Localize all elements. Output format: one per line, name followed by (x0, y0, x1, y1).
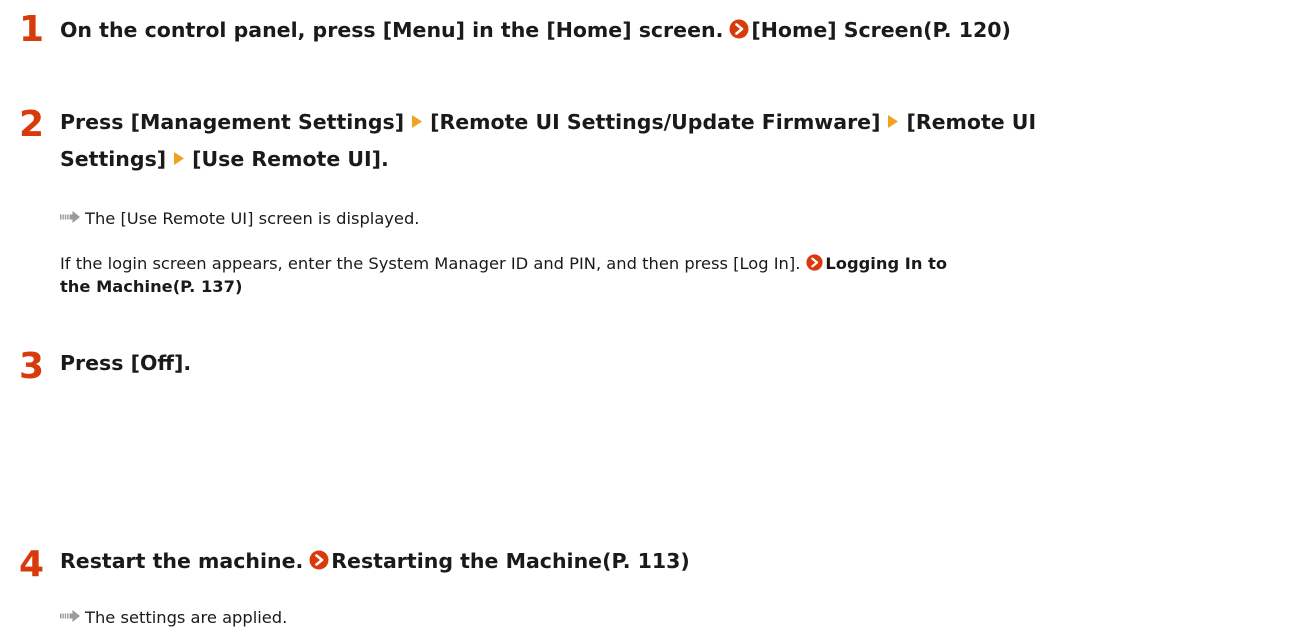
step-1-title: On the control panel, press [Menu] in th… (60, 12, 1011, 51)
step-number-4: 4 (19, 544, 45, 585)
step-number-1: 1 (19, 9, 45, 50)
step-4-title: Restart the machine. Restarting the Machi… (60, 543, 690, 582)
step-number-2: 2 (19, 104, 45, 145)
step-2-item-5: [Use Remote UI]. (192, 147, 389, 171)
logging-in-link[interactable]: Logging In to (825, 254, 947, 273)
step-2-title-line1: Press [Management Settings] [Remote UI Se… (60, 103, 1036, 141)
step-2-item-1: Press [Management Settings] (60, 110, 405, 134)
step-2-result: The [Use Remote UI] screen is displayed. (60, 207, 419, 230)
link-arrow-icon (806, 254, 823, 277)
triangle-right-icon (412, 103, 423, 140)
step-number-3: 3 (19, 346, 45, 387)
step-2-item-3: [Remote UI (906, 110, 1037, 134)
home-screen-link[interactable]: [Home] Screen(P. 120) (751, 18, 1011, 42)
step-2-item-4: Settings] (60, 147, 167, 171)
step-2-title-line2: Settings] [Use Remote UI]. (60, 140, 389, 178)
step-2-note-line1: If the login screen appears, enter the S… (60, 253, 947, 277)
step-4-result-text: The settings are applied. (85, 608, 288, 627)
step-2-result-text: The [Use Remote UI] screen is displayed. (85, 209, 420, 228)
step-1-text: On the control panel, press [Menu] in th… (60, 18, 724, 42)
step-4-text: Restart the machine. (60, 549, 304, 573)
restarting-machine-link[interactable]: Restarting the Machine(P. 113) (331, 549, 690, 573)
step-2-note-text: If the login screen appears, enter the S… (60, 254, 801, 273)
step-4-result: The settings are applied. (60, 606, 287, 629)
link-arrow-icon (309, 545, 329, 582)
step-2-note-line2[interactable]: the Machine(P. 137) (60, 276, 242, 298)
triangle-right-icon (888, 103, 899, 140)
result-arrow-icon (60, 606, 80, 628)
step-3-title: Press [Off]. (60, 351, 192, 375)
triangle-right-icon (174, 140, 185, 177)
link-arrow-icon (729, 14, 749, 51)
step-2-item-2: [Remote UI Settings/Update Firmware] (430, 110, 881, 134)
result-arrow-icon (60, 207, 80, 229)
